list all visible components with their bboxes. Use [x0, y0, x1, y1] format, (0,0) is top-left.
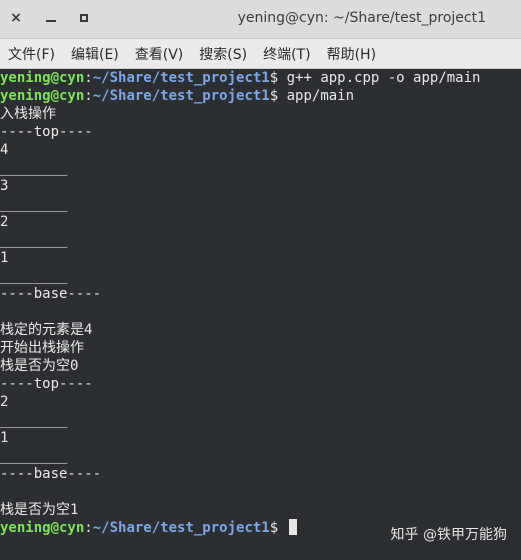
prompt-user: yening@cyn	[0, 520, 85, 536]
prompt-dollar: $	[269, 70, 287, 86]
menu-terminal[interactable]: 终端(T)	[255, 44, 316, 64]
output-line: 栈是否为空0	[0, 358, 79, 374]
output-line: 栈定的元素是4	[0, 322, 93, 338]
output-line: ________	[0, 232, 68, 248]
prompt-line-1: yening@cyn:~/Share/test_project1$ g++ ap…	[0, 69, 521, 87]
prompt-path: ~/Share/test_project1	[92, 520, 270, 536]
menu-edit[interactable]: 编辑(E)	[63, 44, 125, 64]
output-line: 开始出栈操作	[0, 340, 84, 356]
maximize-icon[interactable]	[75, 9, 93, 27]
command-text: g++ app.cpp -o app/main	[286, 70, 481, 86]
output-line: 1	[0, 250, 9, 266]
prompt-dollar: $	[269, 520, 287, 536]
text-cursor	[288, 519, 297, 535]
menu-search[interactable]: 搜索(S)	[191, 44, 253, 64]
watermark: 知乎 @铁甲万能狗	[390, 527, 507, 543]
prompt-user: yening@cyn	[0, 70, 85, 86]
output-line: ________	[0, 448, 68, 464]
prompt-colon: :	[84, 520, 93, 536]
output-line: 2	[0, 394, 9, 410]
menu-file[interactable]: 文件(F)	[0, 44, 61, 64]
title-bar[interactable]: × yening@cyn: ~/Share/test_project1	[0, 0, 521, 39]
output-line: 2	[0, 214, 9, 230]
output-line: 4	[0, 142, 9, 158]
output-line: ----top----	[0, 124, 93, 140]
prompt-line-2: yening@cyn:~/Share/test_project1$ app/ma…	[0, 87, 521, 105]
prompt-colon: :	[84, 70, 93, 86]
close-icon[interactable]: ×	[7, 9, 25, 27]
prompt-path: ~/Share/test_project1	[92, 88, 270, 104]
output-line: 入栈操作	[0, 106, 56, 122]
prompt-colon: :	[84, 88, 93, 104]
output-line: ----base----	[0, 286, 102, 302]
output-line: ________	[0, 268, 68, 284]
window-title: yening@cyn: ~/Share/test_project1	[237, 10, 486, 26]
terminal-output[interactable]: yening@cyn:~/Share/test_project1$ g++ ap…	[0, 69, 521, 560]
menu-help[interactable]: 帮助(H)	[319, 44, 382, 64]
prompt-user: yening@cyn	[0, 88, 85, 104]
minimize-icon[interactable]	[42, 9, 60, 27]
output-line: ----base----	[0, 466, 102, 482]
menu-view[interactable]: 查看(V)	[127, 44, 190, 64]
prompt-dollar: $	[269, 88, 287, 104]
output-line: 3	[0, 178, 9, 194]
terminal-window: × yening@cyn: ~/Share/test_project1 文件(F…	[0, 0, 521, 560]
output-line: 栈是否为空1	[0, 502, 79, 518]
menu-bar: 文件(F) 编辑(E) 查看(V) 搜索(S) 终端(T) 帮助(H)	[0, 39, 521, 69]
output-line: ________	[0, 160, 68, 176]
command-text: app/main	[286, 88, 355, 104]
output-line: ________	[0, 412, 68, 428]
output-line: ----top----	[0, 376, 93, 392]
output-line: 1	[0, 430, 9, 446]
output-line: ________	[0, 196, 68, 212]
prompt-path: ~/Share/test_project1	[92, 70, 270, 86]
